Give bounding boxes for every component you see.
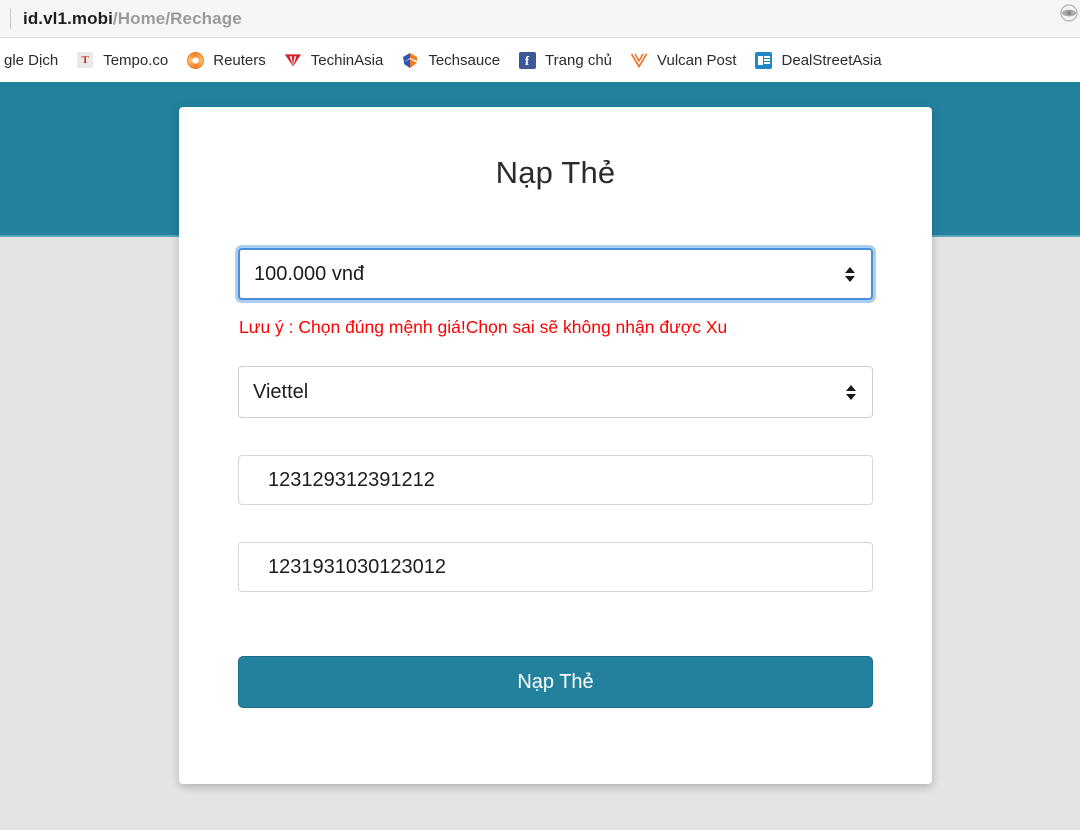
carrier-select[interactable]: Viettel xyxy=(238,366,873,418)
browser-chrome: id.vl1.mobi/Home/Rechage gle Dịch T Temp… xyxy=(0,0,1080,82)
card-code-value: 1231931030123012 xyxy=(268,555,446,578)
arrow-down-icon xyxy=(845,275,855,282)
reuters-icon-shape xyxy=(186,51,204,69)
techinasia-icon xyxy=(284,51,302,69)
address-bar-url: id.vl1.mobi/Home/Rechage xyxy=(23,9,242,29)
bookmark-google-dich[interactable]: gle Dịch xyxy=(0,45,67,75)
carrier-select-value: Viettel xyxy=(253,380,309,403)
arrow-up-icon xyxy=(846,384,856,391)
vulcan-post-icon xyxy=(630,51,648,69)
bookmark-reuters[interactable]: Reuters xyxy=(177,45,275,75)
bookmark-label: Reuters xyxy=(213,51,266,69)
reuters-icon xyxy=(186,51,204,69)
page-title: Nạp Thẻ xyxy=(495,155,616,190)
bookmark-label: Vulcan Post xyxy=(657,51,737,69)
bookmark-dealstreetasia[interactable]: DealStreetAsia xyxy=(746,45,891,75)
arrow-up-icon xyxy=(845,266,855,273)
facebook-icon: f xyxy=(518,51,536,69)
bookmark-techinasia[interactable]: TechinAsia xyxy=(275,45,393,75)
bookmark-label: Trang chủ xyxy=(545,51,613,69)
address-bar-divider xyxy=(10,8,11,29)
chevron-updown-icon xyxy=(845,381,857,403)
tempo-icon: T xyxy=(76,51,94,69)
recharge-card: Nạp Thẻ 100.000 vnđ Lưu ý : Chọn đúng mệ… xyxy=(179,107,932,784)
page-content: Nạp Thẻ 100.000 vnđ Lưu ý : Chọn đúng mệ… xyxy=(0,82,1080,830)
url-path: /Home/Rechage xyxy=(112,8,242,28)
bookmark-label: gle Dịch xyxy=(4,51,59,69)
bookmark-label: Techsauce xyxy=(428,51,501,69)
techsauce-icon xyxy=(401,51,419,69)
chevron-updown-icon xyxy=(844,263,856,285)
tempo-icon-glyph: T xyxy=(77,52,94,68)
amount-select[interactable]: 100.000 vnđ xyxy=(238,248,873,300)
card-serial-value: 123129312391212 xyxy=(268,468,435,491)
card-serial-input[interactable]: 123129312391212 xyxy=(238,455,873,505)
address-bar[interactable]: id.vl1.mobi/Home/Rechage xyxy=(0,0,1080,37)
url-host: id.vl1.mobi xyxy=(23,8,113,28)
amount-warning-text: Lưu ý : Chọn đúng mệnh giá!Chọn sai sẽ k… xyxy=(239,317,728,337)
arrow-down-icon xyxy=(846,393,856,400)
bookmark-label: TechinAsia xyxy=(310,51,384,69)
bookmarks-bar: gle Dịch T Tempo.co Reuters TechinAsia T… xyxy=(0,38,1080,82)
dealstreetasia-icon xyxy=(755,51,773,69)
bookmark-techsauce[interactable]: Techsauce xyxy=(392,45,509,75)
facebook-icon-glyph: f xyxy=(518,51,536,69)
bookmark-label: Tempo.co xyxy=(103,51,169,69)
submit-recharge-button[interactable]: Nạp Thẻ xyxy=(238,656,873,708)
card-code-input[interactable]: 1231931030123012 xyxy=(238,542,873,592)
dealstreetasia-icon-shape xyxy=(755,51,773,69)
bookmark-label: DealStreetAsia xyxy=(781,51,882,69)
bookmark-vulcan-post[interactable]: Vulcan Post xyxy=(621,45,746,75)
bookmark-trang-chu[interactable]: f Trang chủ xyxy=(509,45,621,75)
amount-select-value: 100.000 vnđ xyxy=(254,262,365,285)
extension-icon[interactable] xyxy=(1052,4,1078,30)
bookmark-tempo-co[interactable]: T Tempo.co xyxy=(67,45,177,75)
